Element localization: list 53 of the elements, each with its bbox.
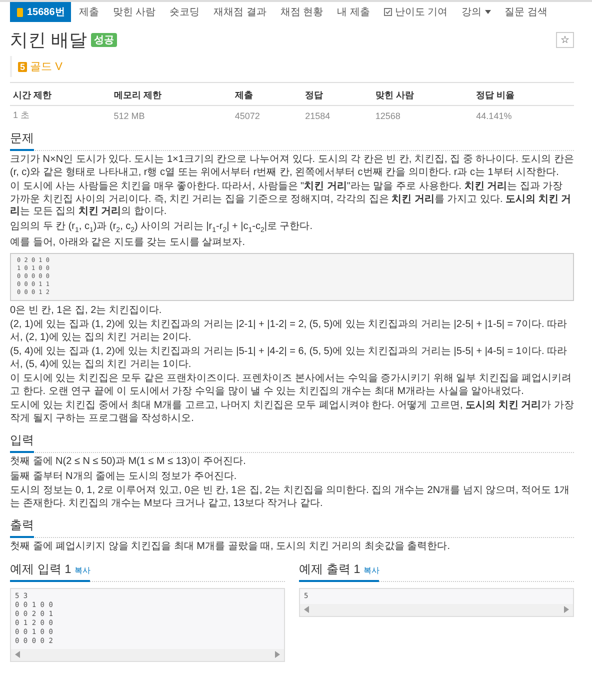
nav-tab[interactable]: 제출 (72, 2, 105, 22)
copy-link[interactable]: 복사 (363, 564, 380, 576)
medal-icon (16, 8, 24, 16)
paragraph: 임의의 두 칸 (r$_{1}$, c$_{1}$)과 (r$_{2}$, c$_{2}$) 사이의 거리는 |r$_{1}$-r$_{2}$| + |c$_{1}$-c$_{2}$|로 구한다. (10, 220, 314, 236)
paragraph: 첫째 줄에 폐업시키지 않을 치킨집을 최대 M개를 골랐을 때, 도시의 치킨 거리의 최솟값을 출력한다. (10, 541, 452, 554)
nav-tab[interactable]: 맞힌 사람 (106, 2, 162, 22)
scroll-left-icon[interactable] (15, 651, 20, 658)
copy-link[interactable]: 복사 (74, 564, 90, 576)
caret-icon (484, 10, 491, 14)
nav-tab[interactable]: 숏코딩 (164, 2, 206, 22)
column-header: 정답 (302, 86, 372, 106)
section-heading: 출력 (10, 517, 34, 534)
column-header: 메모리 제한 (110, 86, 232, 106)
paragraph: 둘째 줄부터 N개의 줄에는 도시의 정보가 주어진다. (10, 470, 238, 484)
checkbox-icon (384, 8, 392, 16)
paragraph: 크기가 N×N인 도시가 있다. 도시는 1×1크기의 칸으로 나누어져 있다. 도시의 각 칸은 빈 칸, 치킨집, 집 중 하나이다. 도시의 칸은 (r, c)와 같은 형태로 나타내고, r행 c열 또는 위에서부터 r번째 칸, 왼쪽에서부터 c번째 칸을 의미한다. r과 c는 1부터 시작한다. (10, 154, 574, 179)
column-header: 맞힌 사람 (372, 86, 474, 106)
table-cell: 21584 (302, 106, 372, 125)
example-heading: 예제 입력 1 (10, 560, 72, 578)
nav-tab[interactable]: 난이도 기여 (378, 2, 454, 22)
table-cell: 12568 (372, 106, 474, 125)
table-cell: 512 MB (110, 106, 232, 125)
star-button[interactable]: ☆ (556, 32, 574, 48)
paragraph: (2, 1)에 있는 집과 (1, 2)에 있는 치킨집과의 거리는 |2-1| + |1-2| = 2, (5, 5)에 있는 치킨집과의 거리는 |2-5| + |1-5| = 7이다. 따라서, (2, 1)에 있는 집의 치킨 거리는 2이다. (10, 319, 568, 344)
nav-tab[interactable]: 강의 (456, 2, 497, 22)
success-badge: 성공 (91, 33, 118, 47)
example-heading: 예제 출력 1 (299, 560, 360, 578)
nav-tab[interactable]: 질문 검색 (498, 2, 554, 22)
section-heading: 입력 (10, 432, 34, 450)
nav-tab[interactable]: 내 제출 (331, 2, 376, 22)
paragraph: (5, 4)에 있는 집과 (1, 2)에 있는 치킨집과의 거리는 |5-1| + |4-2| = 6, (5, 5)에 있는 치킨집과의 거리는 |5-5| + |4-5| = 1이다. 따라서, (5, 4)에 있는 집의 치킨 거리는 1이다. (10, 346, 568, 372)
scroll-left-icon[interactable] (304, 606, 309, 614)
table-cell: 1 초 (10, 106, 111, 125)
section-heading: 문제 (10, 130, 34, 147)
paragraph: 이 도시에 있는 치킨집은 모두 같은 프랜차이즈이다. 프렌차이즈 본사에서는 수익을 증가시키기 위해 일부 치킨집을 폐업시키려고 한다. 오랜 연구 끝에 이 도시에서 가장 수익을 많이 낼 수 있는 치킨집의 개수는 최대 M개라는 사실을 알아내었다. (10, 373, 573, 398)
nav-tab[interactable]: 채점 현황 (274, 2, 330, 22)
nav-tab[interactable]: 재채점 결과 (208, 2, 272, 22)
paragraph: 도시의 정보는 0, 1, 2로 이루어져 있고, 0은 빈 칸, 1은 집, 2는 치킨집을 의미한다. 집의 개수는 2N개를 넘지 않으며, 적어도 1개는 존재한다. 치킨집의 개수는 M보다 크거나 같고, 13보다 작거나 같다. (10, 485, 571, 510)
column-header: 제출 (232, 86, 302, 106)
column-header: 시간 제한 (10, 86, 111, 106)
paragraph: 도시에 있는 치킨집 중에서 최대 M개를 고르고, 나머지 치킨집은 모두 폐업시켜야 한다. 어떻게 고르면, 도시의 치킨 거리가 가장 작게 될지 구하는 프로그램을 작성하시오. (10, 400, 574, 426)
column-header: 정답 비율 (473, 86, 574, 106)
table-cell: 45072 (232, 106, 302, 125)
paragraph: 첫째 줄에 N(2 ≤ N ≤ 50)과 M(1 ≤ M ≤ 13)이 주어진다. (10, 456, 247, 469)
table-cell: 44.141% (473, 106, 574, 125)
paragraph: 이 도시에 사는 사람들은 치킨을 매우 좋아한다. 따라서, 사람들은 "치킨 거리"라는 말을 주로 사용한다. 치킨 거리는 집과 가장 가까운 치킨집 사이의 거리이다. 즉, 치킨 거리는 집을 기준으로 정해지며, 각각의 집은 치킨 거리를 가지고 있다. 도시의 치킨 거리는 모든 집의 치킨 거리의 합이다. (10, 181, 572, 218)
scroll-right-icon[interactable] (275, 651, 280, 658)
tier-icon: 5 (18, 62, 28, 72)
paragraph: 0은 빈 칸, 1은 집, 2는 치킨집이다. (10, 304, 163, 318)
nav-tab[interactable]: 15686번 (10, 2, 71, 22)
scroll-right-icon[interactable] (564, 606, 569, 614)
problem-title: 치킨 배달 (10, 29, 88, 52)
paragraph: 예를 들어, 아래와 같은 지도를 갖는 도시를 살펴보자. (10, 237, 246, 250)
